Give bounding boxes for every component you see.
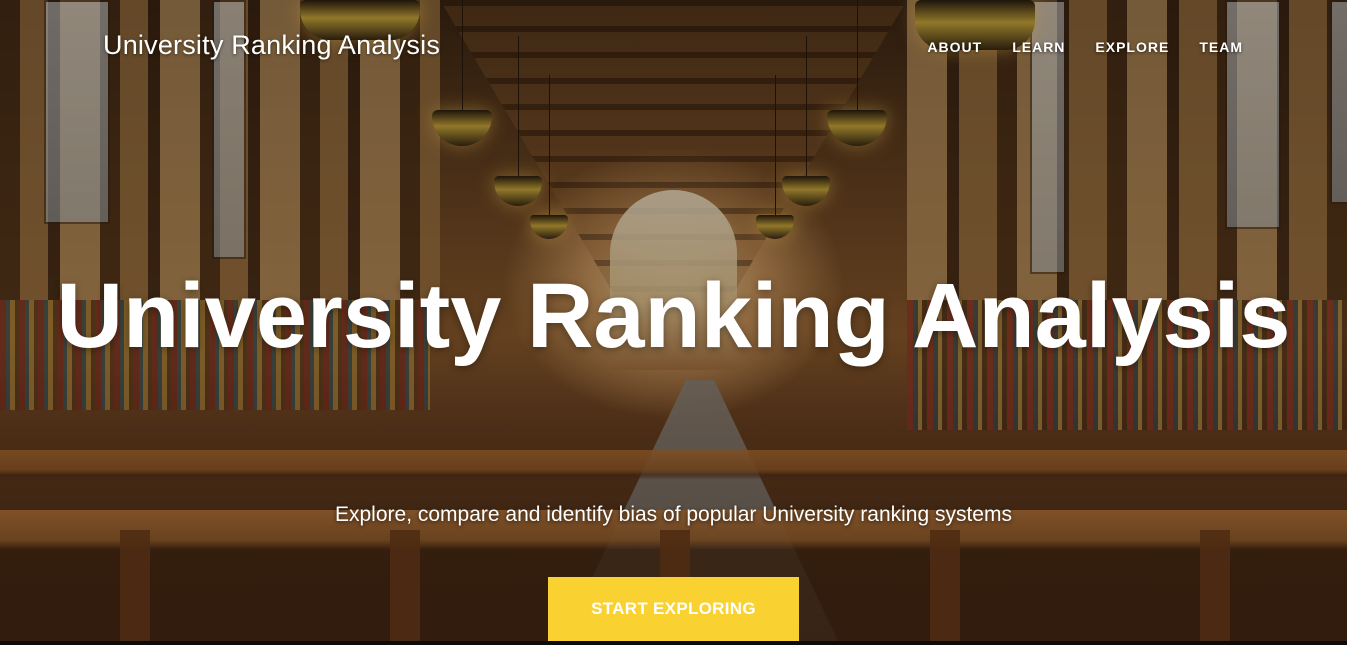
nav-link-explore[interactable]: EXPLORE xyxy=(1095,39,1169,55)
nav-link-team[interactable]: TEAM xyxy=(1199,39,1243,55)
nav-link-about[interactable]: ABOUT xyxy=(927,39,982,55)
top-nav: ABOUT LEARN EXPLORE TEAM xyxy=(897,39,1243,55)
hero-title: University Ranking Analysis xyxy=(56,265,1291,367)
hero-subtitle: Explore, compare and identify bias of po… xyxy=(335,503,1012,526)
nav-link-learn[interactable]: LEARN xyxy=(1012,39,1065,55)
start-exploring-button[interactable]: START EXPLORING xyxy=(548,577,799,641)
site-brand[interactable]: University Ranking Analysis xyxy=(103,30,440,61)
